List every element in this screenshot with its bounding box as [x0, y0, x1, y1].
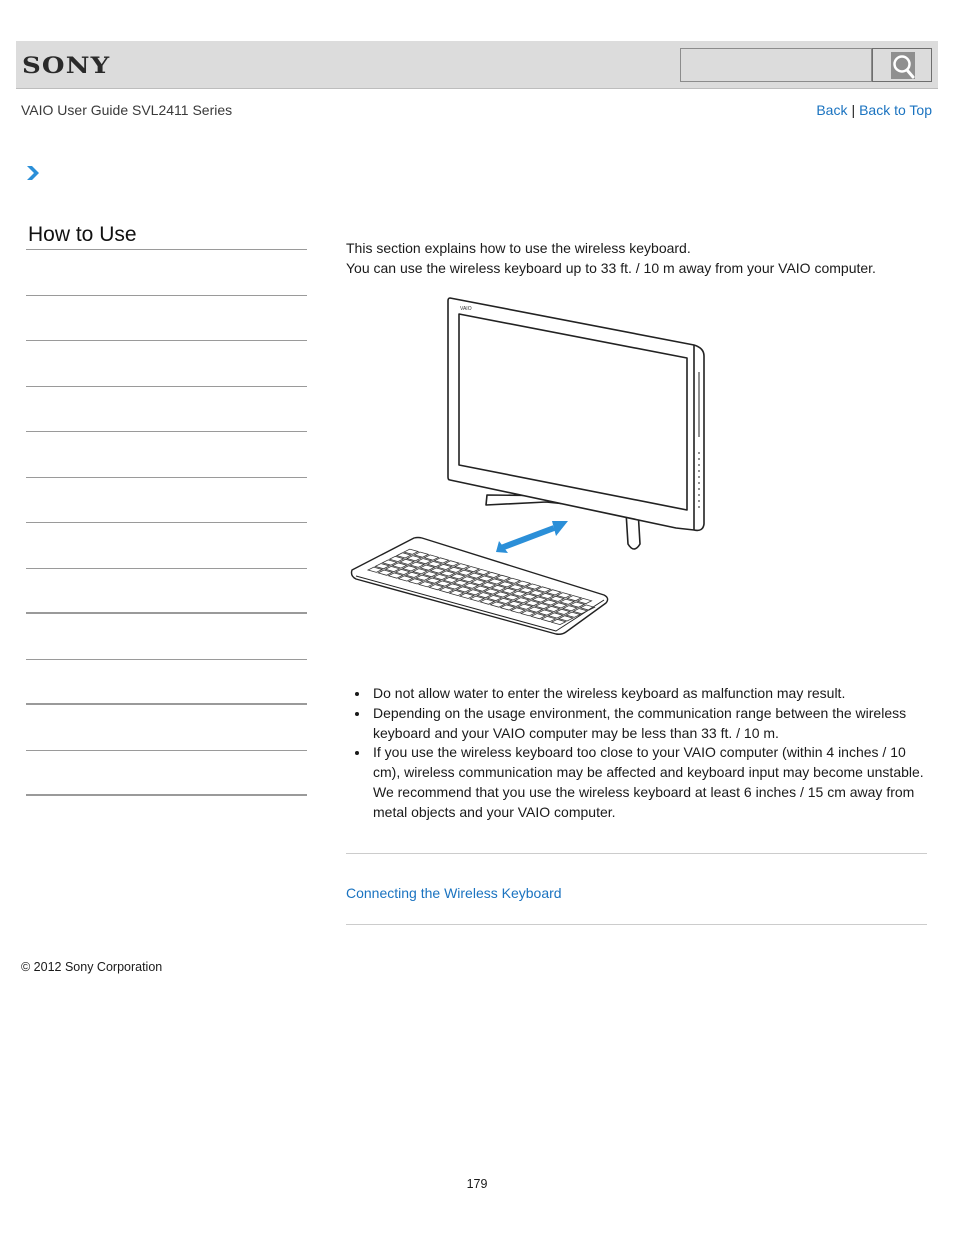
vaio-logo: VAIO: [460, 306, 472, 312]
top-links: Back | Back to Top: [816, 102, 932, 118]
back-link[interactable]: Back: [816, 102, 847, 118]
sidebar-item[interactable]: [26, 432, 307, 478]
monitor-illustration: [447, 297, 705, 550]
intro-line: This section explains how to use the wir…: [346, 240, 691, 256]
note-item: If you use the wireless keyboard too clo…: [346, 743, 926, 822]
sidebar-item[interactable]: [26, 705, 307, 751]
magnifier-icon: [893, 55, 915, 79]
search-button[interactable]: [872, 48, 932, 82]
intro-line: You can use the wireless keyboard up to …: [346, 260, 876, 276]
notes-list: Do not allow water to enter the wireless…: [346, 684, 926, 823]
link-separator: |: [851, 102, 856, 118]
note-item: Do not allow water to enter the wireless…: [346, 684, 926, 704]
related-topic-link[interactable]: Connecting the Wireless Keyboard: [346, 885, 562, 901]
sidebar-item[interactable]: [26, 250, 307, 296]
back-to-top-link[interactable]: Back to Top: [859, 102, 932, 118]
sidebar-item[interactable]: [26, 387, 307, 432]
sidebar-item[interactable]: [26, 341, 307, 387]
intro: This section explains how to use the wir…: [346, 238, 928, 278]
keyboard-range-illustration: VAIO: [350, 297, 705, 635]
sidebar: How to Use: [26, 218, 307, 796]
sony-logo[interactable]: SONY: [22, 53, 110, 79]
divider: [346, 853, 927, 854]
chevron-right-icon[interactable]: [26, 165, 40, 181]
sidebar-item[interactable]: [26, 751, 307, 796]
header-bar: SONY: [16, 41, 938, 89]
sidebar-title: How to Use: [26, 218, 307, 250]
sidebar-item[interactable]: [26, 296, 307, 341]
sidebar-item[interactable]: [26, 569, 307, 614]
sidebar-item[interactable]: [26, 523, 307, 569]
divider: [346, 924, 927, 925]
sidebar-item[interactable]: [26, 660, 307, 705]
sidebar-item[interactable]: [26, 478, 307, 523]
notes: Do not allow water to enter the wireless…: [346, 684, 926, 823]
guide-title: VAIO User Guide SVL2411 Series: [21, 102, 233, 118]
sidebar-item[interactable]: [26, 614, 307, 660]
search-input[interactable]: [680, 48, 872, 82]
note-item: Depending on the usage environment, the …: [346, 704, 926, 744]
copyright: © 2012 Sony Corporation: [21, 960, 163, 974]
page-number: 179: [466, 1177, 488, 1191]
bidirectional-arrow-icon: [496, 521, 568, 553]
